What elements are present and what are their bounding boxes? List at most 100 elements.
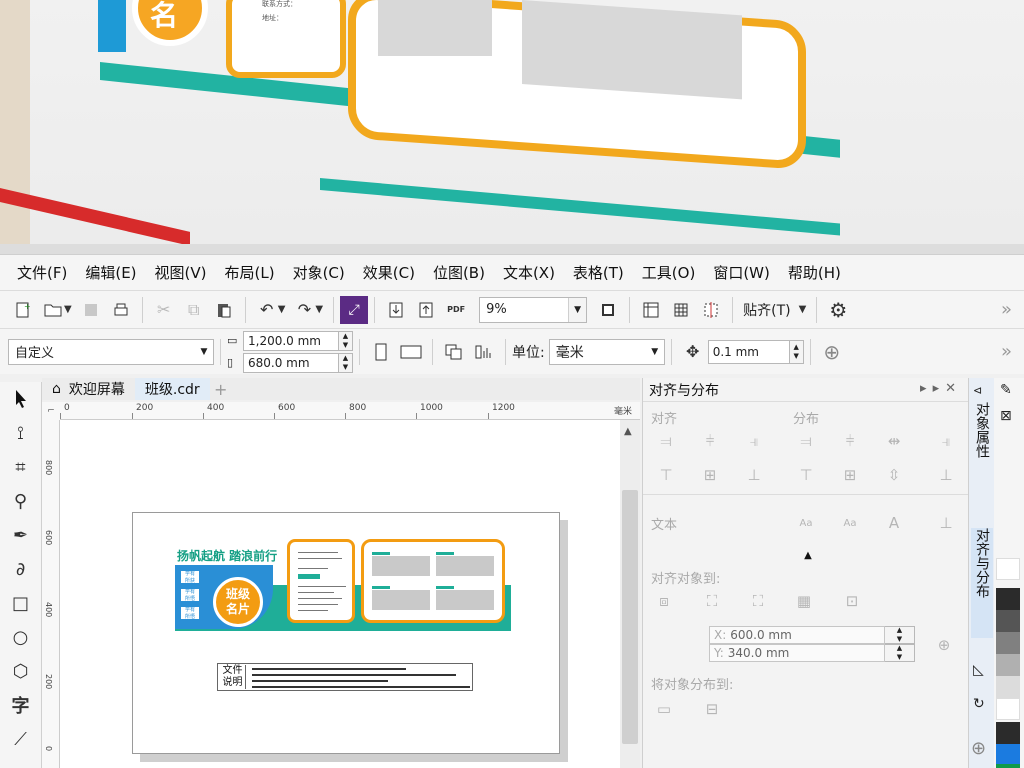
- options-gear-icon[interactable]: ⚙: [823, 295, 853, 325]
- align-to-page-center-icon[interactable]: ⛶: [747, 590, 769, 612]
- pick-tool-icon[interactable]: [5, 384, 37, 414]
- current-page-icon[interactable]: [469, 337, 499, 367]
- unit-dropdown-chevron-icon[interactable]: ▼: [645, 339, 664, 364]
- crop-tool-icon[interactable]: ⌗: [5, 452, 37, 482]
- ruler-origin[interactable]: ⌐: [42, 402, 60, 420]
- shape-tool-icon[interactable]: ⟟: [5, 418, 37, 448]
- page-preset-chevron-icon[interactable]: ▼: [195, 339, 213, 364]
- redo-dropdown-chevron-icon[interactable]: ▼: [315, 304, 323, 315]
- distribute-spacing-v-icon[interactable]: ⇳: [883, 464, 905, 486]
- distribute-center-v-icon[interactable]: ⊞: [839, 464, 861, 486]
- ellipse-tool-icon[interactable]: ○: [5, 622, 37, 652]
- text-first-line-baseline-icon[interactable]: Aa: [795, 512, 817, 534]
- tab-welcome-screen[interactable]: ⌂ 欢迎屏幕: [42, 378, 135, 400]
- distribute-to-selection-icon[interactable]: ▭: [653, 698, 675, 720]
- page-height-spinner-icon[interactable]: ▲ ▼: [339, 352, 353, 373]
- menu-item[interactable]: 文本(X): [494, 262, 564, 283]
- x-coordinate-input[interactable]: X: 600.0 mm: [709, 626, 885, 644]
- no-fill-icon[interactable]: ⊠: [1000, 408, 1012, 424]
- nudge-distance-input[interactable]: 0.1 mm: [707, 339, 790, 364]
- add-point-icon[interactable]: ⊕: [933, 634, 955, 656]
- new-document-icon[interactable]: +: [8, 295, 38, 325]
- align-top-icon[interactable]: ⊤: [655, 464, 677, 486]
- scroll-up-arrow-icon[interactable]: ▲: [624, 426, 632, 437]
- menu-item[interactable]: 对象(C): [284, 262, 354, 283]
- paste-icon[interactable]: [209, 295, 239, 325]
- color-swatch[interactable]: [996, 654, 1020, 676]
- align-center-v-icon[interactable]: ⊞: [699, 464, 721, 486]
- portrait-icon[interactable]: [366, 337, 396, 367]
- propbar-overflow-icon[interactable]: »: [1001, 341, 1012, 362]
- new-tab-plus-icon[interactable]: +: [210, 378, 232, 400]
- vtab-align-distribute[interactable]: 对齐与分布: [971, 528, 993, 638]
- document-page[interactable]: 扬帆起航 踏浪前行 学有 所获 学有 所悟 学有 所悟 班级 名片 文件 说明: [132, 512, 560, 754]
- distribute-center-h-icon[interactable]: ⫩: [839, 430, 861, 452]
- distribute-spacing-h-icon[interactable]: ⇹: [883, 430, 905, 452]
- text-last-line-baseline-icon[interactable]: Aa: [839, 512, 861, 534]
- file-note-box[interactable]: 文件 说明: [217, 663, 473, 691]
- unit-combo[interactable]: 毫米 ▼: [548, 338, 665, 365]
- zoom-dropdown-chevron-icon[interactable]: ▼: [568, 297, 587, 322]
- color-swatch[interactable]: [996, 588, 1020, 610]
- align-center-h-icon[interactable]: ⫩: [699, 430, 721, 452]
- show-rulers-icon[interactable]: [636, 295, 666, 325]
- full-screen-preview-icon[interactable]: [593, 295, 623, 325]
- text-tool-icon[interactable]: 字: [5, 690, 37, 720]
- x-spinner-icon[interactable]: ▲ ▼: [885, 626, 915, 644]
- menu-item[interactable]: 工具(O): [633, 262, 705, 283]
- save-icon[interactable]: [76, 295, 106, 325]
- eyedropper-icon[interactable]: ✎: [1000, 382, 1012, 398]
- undo-dropdown-chevron-icon[interactable]: ▼: [278, 304, 286, 315]
- show-grid-icon[interactable]: [666, 295, 696, 325]
- distribute-left-icon[interactable]: ⫤: [795, 430, 817, 452]
- distribute-right-icon[interactable]: ⫣: [935, 430, 957, 452]
- align-to-point-icon[interactable]: ⊡: [841, 590, 863, 612]
- show-guidelines-icon[interactable]: [696, 295, 726, 325]
- all-pages-icon[interactable]: [439, 337, 469, 367]
- menu-item[interactable]: 效果(C): [354, 262, 424, 283]
- rectangle-tool-icon[interactable]: □: [5, 588, 37, 618]
- add-preset-icon[interactable]: ⊕: [817, 337, 847, 367]
- menu-item[interactable]: 帮助(H): [779, 262, 850, 283]
- menu-item[interactable]: 表格(T): [564, 262, 633, 283]
- y-spinner-icon[interactable]: ▲ ▼: [885, 644, 915, 662]
- text-outline-icon[interactable]: ⊥: [935, 512, 957, 534]
- landscape-icon[interactable]: [396, 337, 426, 367]
- menu-item[interactable]: 视图(V): [146, 262, 216, 283]
- docker-controls[interactable]: ▸▸✕: [920, 381, 962, 396]
- toolbar-overflow-icon[interactable]: »: [1001, 299, 1012, 320]
- distribute-to-page-icon[interactable]: ⊟: [701, 698, 723, 720]
- menu-item[interactable]: 文件(F): [8, 262, 76, 283]
- color-swatch[interactable]: [996, 764, 1020, 768]
- class-card-design[interactable]: 扬帆起航 踏浪前行 学有 所获 学有 所悟 学有 所悟 班级 名片: [173, 537, 513, 647]
- polygon-tool-icon[interactable]: ⬡: [5, 656, 37, 686]
- distribute-top-icon[interactable]: ⊤: [795, 464, 817, 486]
- page-width-input[interactable]: 1,200.0 mm: [243, 330, 339, 351]
- docker-extra-icon[interactable]: ◺: [973, 662, 984, 678]
- search-content-icon[interactable]: ⤢: [340, 295, 369, 324]
- collapse-up-arrow-icon[interactable]: ▲: [797, 544, 819, 566]
- import-icon[interactable]: [381, 295, 411, 325]
- align-to-grid-icon[interactable]: ▦: [793, 590, 815, 612]
- y-coordinate-input[interactable]: Y: 340.0 mm: [709, 644, 885, 662]
- pin-icon[interactable]: ⊲: [973, 384, 982, 397]
- parallel-dimension-tool-icon[interactable]: ⟋: [5, 724, 37, 754]
- docker-add-icon[interactable]: ↻: [973, 696, 985, 712]
- zoom-level-combo[interactable]: 9% ▼: [479, 296, 588, 323]
- vertical-ruler[interactable]: 800 600 400 200 0: [42, 420, 60, 768]
- color-swatch[interactable]: [996, 558, 1020, 580]
- scrollbar-thumb[interactable]: [622, 490, 638, 744]
- artistic-media-tool-icon[interactable]: ∂: [5, 554, 37, 584]
- menu-item[interactable]: 窗口(W): [704, 262, 779, 283]
- freehand-tool-icon[interactable]: ✒: [5, 520, 37, 550]
- page-width-spinner-icon[interactable]: ▲ ▼: [339, 330, 353, 351]
- vertical-scrollbar[interactable]: ▲: [620, 420, 640, 768]
- align-right-icon[interactable]: ⫣: [743, 430, 765, 452]
- zoom-tool-icon[interactable]: ⚲: [5, 486, 37, 516]
- page-preset-combo[interactable]: 自定义 ▼: [8, 338, 214, 365]
- menu-item[interactable]: 布局(L): [216, 262, 284, 283]
- color-swatch[interactable]: [996, 744, 1020, 766]
- color-swatch[interactable]: [996, 698, 1020, 720]
- color-swatch[interactable]: [996, 676, 1020, 698]
- print-icon[interactable]: [106, 295, 136, 325]
